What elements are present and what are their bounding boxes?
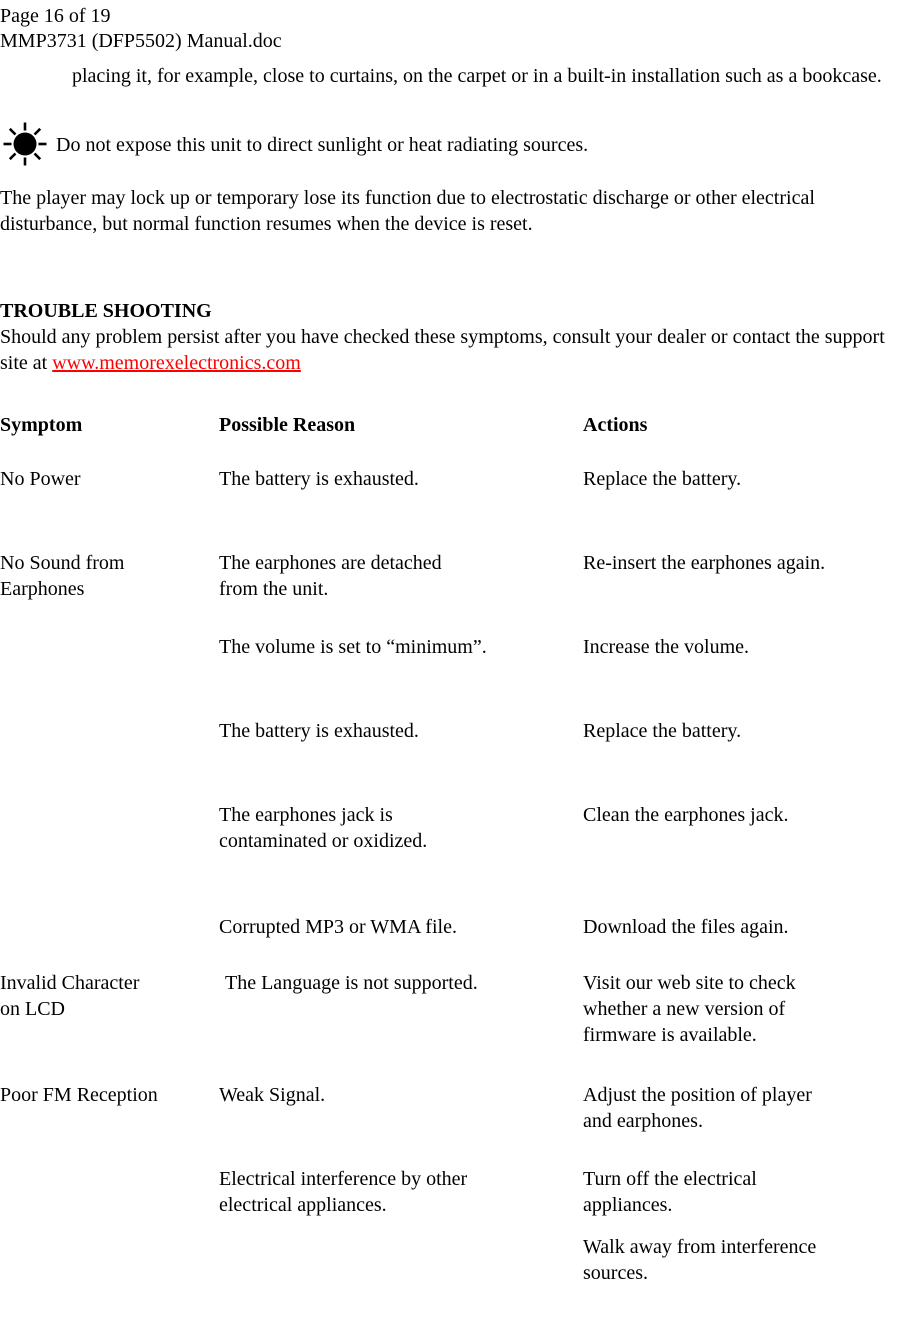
cell-symptom: [0, 634, 219, 718]
table-row: Walk away from interference sources.: [0, 1234, 912, 1290]
sunlight-notice: Do not expose this unit to direct sunlig…: [0, 119, 912, 167]
cell-symptom: [0, 802, 219, 914]
cell-reason: The battery is exhausted.: [219, 720, 419, 742]
continued-paragraph: placing it, for example, close to curtai…: [72, 65, 882, 87]
table-row: No Sound from Earphones The earphones ar…: [0, 550, 912, 634]
page-number-label: Page 16 of 19: [0, 5, 111, 27]
column-header-actions: Actions: [583, 414, 648, 436]
table-row: Invalid Character on LCD The Language is…: [0, 970, 912, 1082]
cell-symptom: Invalid Character on LCD: [0, 972, 140, 1020]
electrostatic-paragraph: The player may lock up or temporary lose…: [0, 187, 815, 235]
cell-action: Visit our web site to check whether a ne…: [583, 972, 796, 1046]
document-header: Page 16 of 19 MMP3731 (DFP5502) Manual.d…: [0, 4, 912, 54]
cell-reason: The earphones jack is contaminated or ox…: [219, 804, 428, 852]
cell-reason: The earphones are detached from the unit…: [219, 552, 442, 600]
troubleshooting-intro: Should any problem persist after you hav…: [0, 324, 904, 376]
cell-action: Download the files again.: [583, 916, 789, 938]
table-row: Corrupted MP3 or WMA file. Download the …: [0, 914, 912, 970]
cell-reason: [219, 1234, 583, 1290]
cell-action: Adjust the position of player and earpho…: [583, 1084, 812, 1132]
cell-action: Increase the volume.: [583, 636, 750, 658]
document-filename-label: MMP3731 (DFP5502) Manual.doc: [0, 30, 282, 52]
troubleshooting-heading: TROUBLE SHOOTING: [0, 300, 212, 322]
cell-reason: The volume is set to “minimum”.: [219, 636, 487, 658]
cell-reason: The battery is exhausted.: [219, 468, 419, 490]
table-row: Poor FM Reception Weak Signal. Adjust th…: [0, 1082, 912, 1166]
cell-action: Walk away from interference sources.: [583, 1236, 817, 1284]
table-row: The battery is exhausted. Replace the ba…: [0, 718, 912, 802]
table-header-row: Symptom Possible Reason Actions: [0, 412, 912, 466]
sun-icon: [2, 121, 48, 167]
column-header-symptom: Symptom: [0, 414, 83, 436]
cell-action: Clean the earphones jack.: [583, 804, 789, 826]
cell-symptom: No Sound from Earphones: [0, 552, 125, 600]
cell-reason: Electrical interference by other electri…: [219, 1168, 468, 1216]
cell-action: Replace the battery.: [583, 720, 742, 742]
table-row: The volume is set to “minimum”. Increase…: [0, 634, 912, 718]
document-page: Page 16 of 19 MMP3731 (DFP5502) Manual.d…: [0, 0, 912, 1339]
sunlight-notice-text: Do not expose this unit to direct sunlig…: [56, 134, 589, 156]
table-row: Electrical interference by other electri…: [0, 1166, 912, 1234]
table-row: The earphones jack is contaminated or ox…: [0, 802, 912, 914]
cell-symptom: [0, 1234, 219, 1290]
cell-symptom: Poor FM Reception: [0, 1084, 158, 1106]
support-site-link[interactable]: www.memorexelectronics.com: [52, 352, 301, 374]
troubleshooting-table: Symptom Possible Reason Actions No Power…: [0, 412, 912, 1290]
cell-reason: Weak Signal.: [219, 1084, 326, 1106]
cell-action: Replace the battery.: [583, 468, 742, 490]
cell-action: Turn off the electrical appliances.: [583, 1168, 757, 1216]
cell-reason: The Language is not supported.: [225, 972, 478, 994]
cell-symptom: [0, 1166, 219, 1234]
cell-reason: Corrupted MP3 or WMA file.: [219, 916, 457, 938]
cell-symptom: No Power: [0, 468, 81, 490]
cell-action: Re-insert the earphones again.: [583, 552, 826, 574]
cell-symptom: [0, 914, 219, 970]
table-row: No Power The battery is exhausted. Repla…: [0, 466, 912, 550]
column-header-possible-reason: Possible Reason: [219, 414, 356, 436]
cell-symptom: [0, 718, 219, 802]
